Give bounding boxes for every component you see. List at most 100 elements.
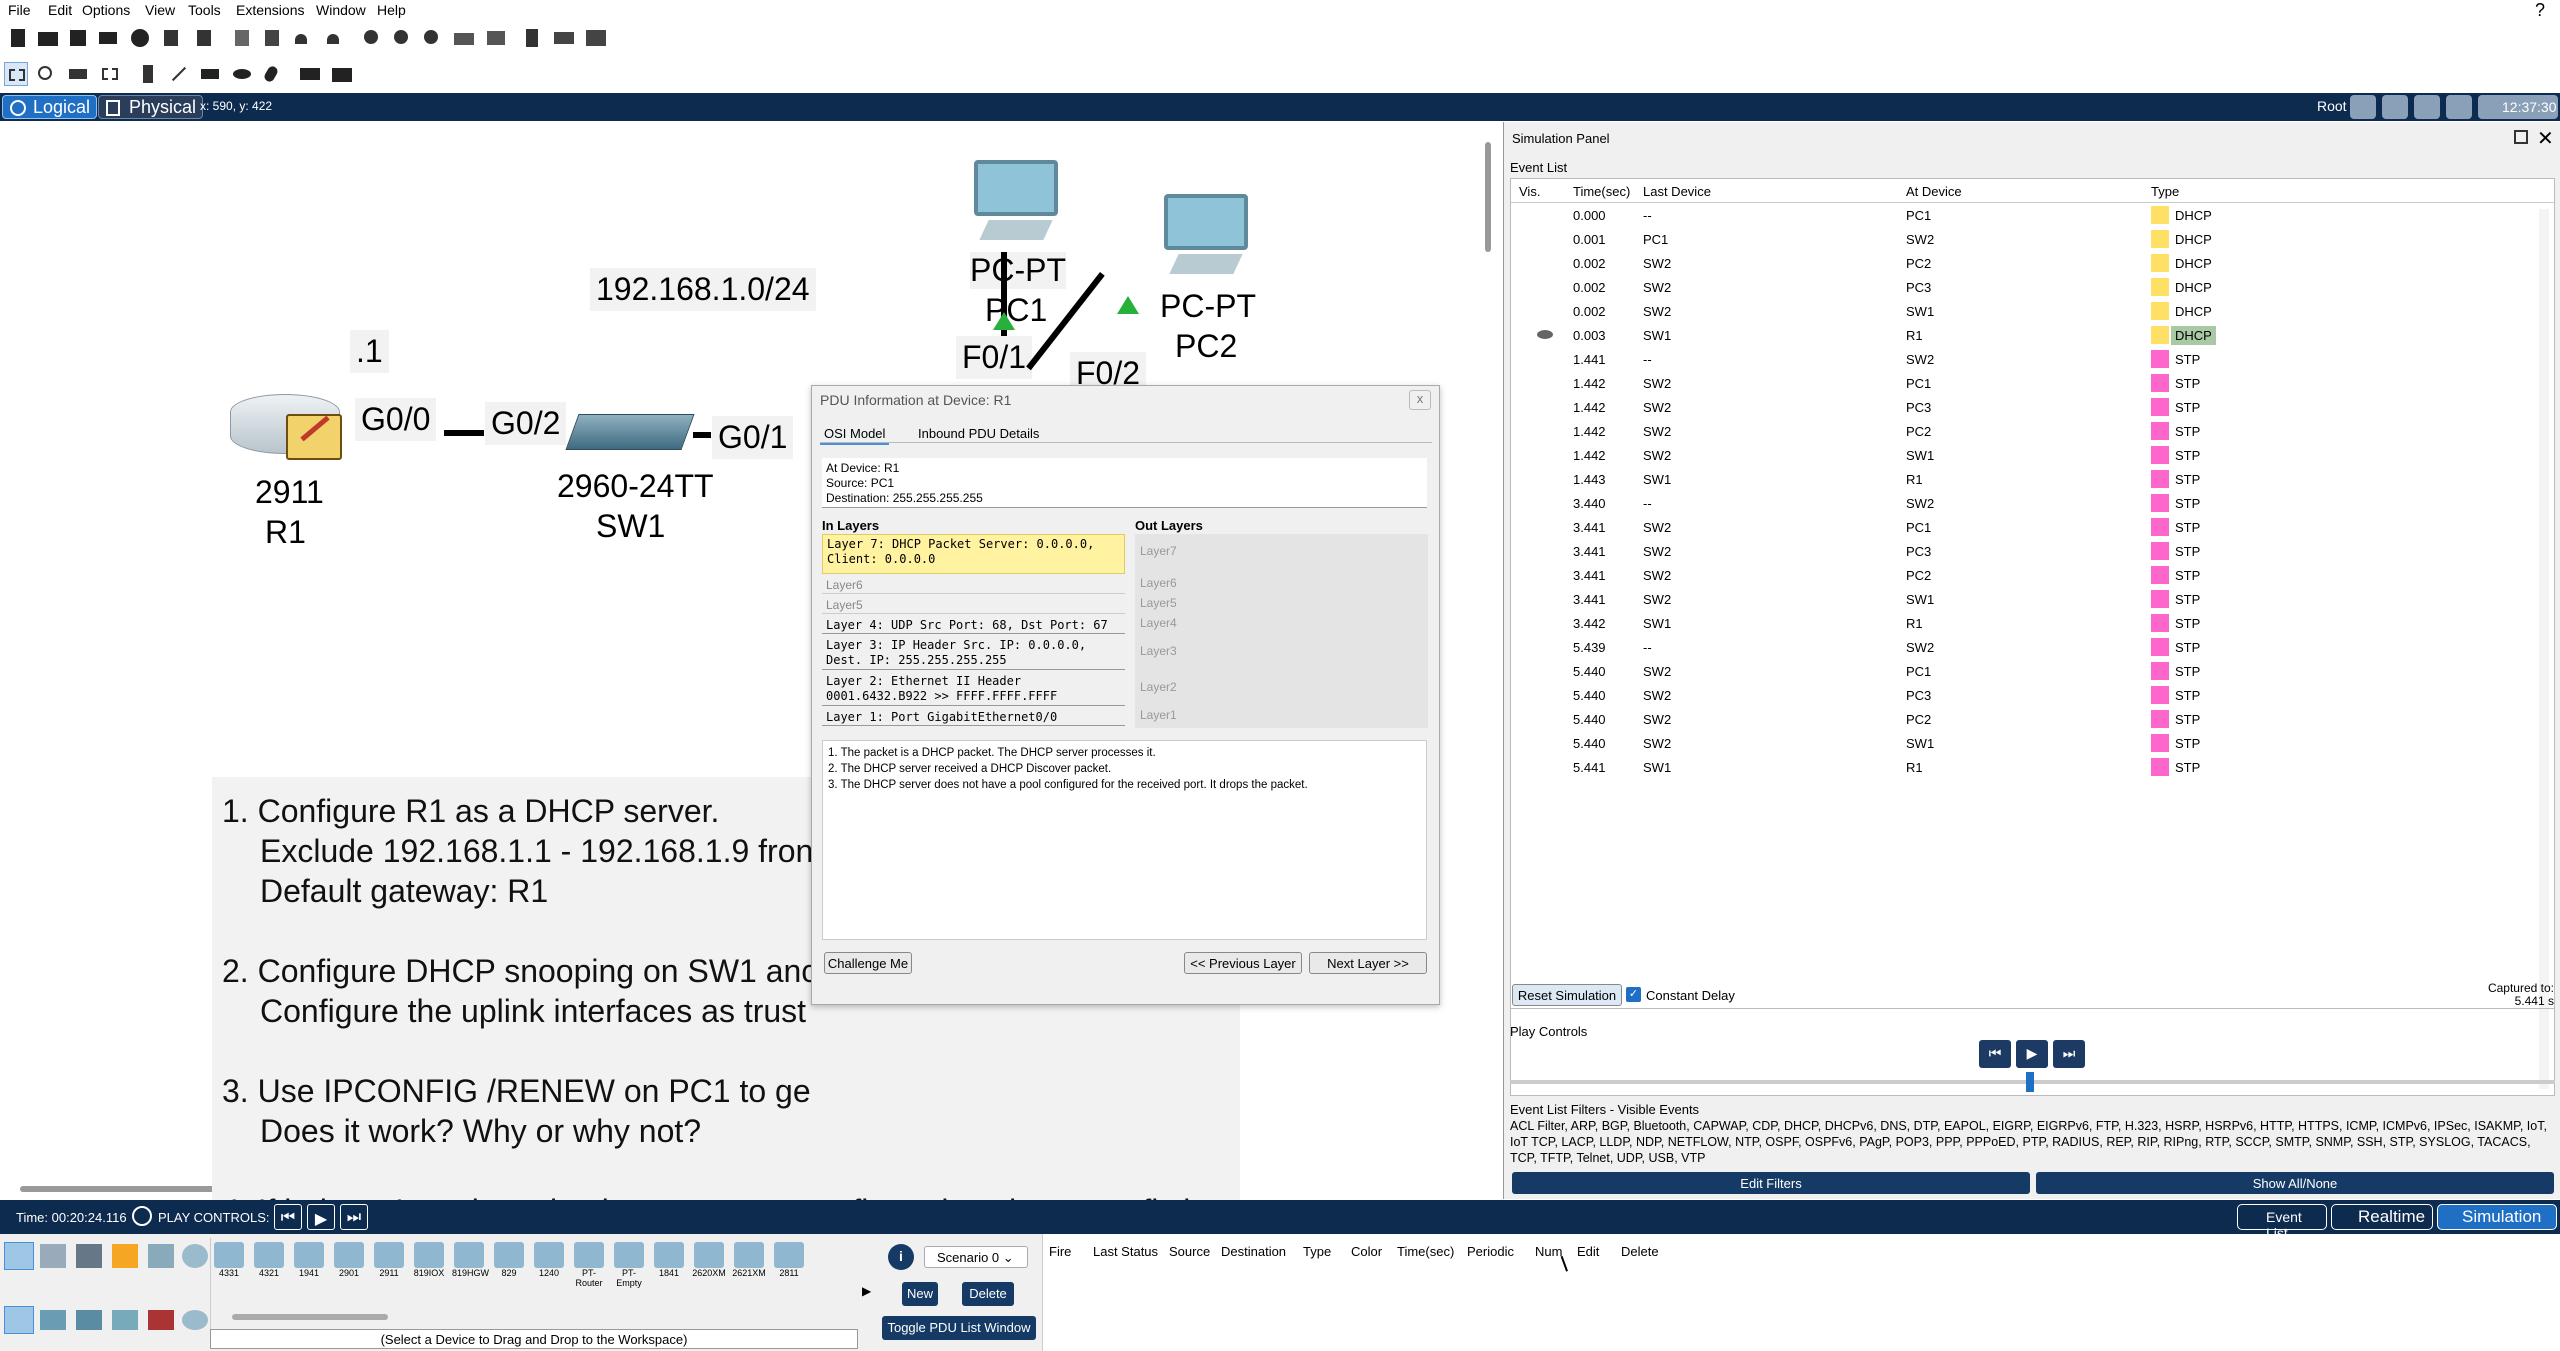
menu-options[interactable]: Options [82, 2, 130, 18]
draw-line-icon[interactable] [166, 62, 190, 86]
show-all-none-button[interactable]: Show All/None [2036, 1172, 2554, 1194]
menu-file[interactable]: File [8, 2, 31, 18]
undock-icon[interactable] [2514, 130, 2528, 144]
col-at-device[interactable]: At Device [1906, 184, 1962, 199]
out-layer-3[interactable]: Layer3 [1140, 644, 1177, 658]
screenshot-icon[interactable] [584, 26, 608, 50]
pdu-col-header[interactable]: Destination [1221, 1244, 1286, 1259]
delete-scenario-button[interactable]: Delete [962, 1282, 1014, 1306]
link-r1-sw1[interactable] [444, 430, 484, 436]
reset-simulation-button[interactable]: Reset Simulation [1512, 984, 1622, 1006]
event-row[interactable]: 3.442 SW1 R1 STP [1511, 611, 2544, 635]
device-item[interactable]: 829 [492, 1242, 526, 1284]
pdu-col-header[interactable]: Type [1303, 1244, 1331, 1259]
in-layer-4[interactable]: Layer 4: UDP Src Port: 68, Dst Port: 67 [822, 616, 1125, 634]
pc-pc1[interactable] [970, 160, 1062, 252]
resize-shape-icon[interactable] [98, 62, 122, 86]
routers-icon[interactable] [4, 1306, 34, 1334]
step-forward-button[interactable]: ⏭ [2053, 1040, 2085, 1068]
add-complex-pdu-icon[interactable] [330, 62, 354, 86]
pdu-envelope-icon[interactable] [286, 414, 342, 460]
device-item[interactable]: PT-Empty [612, 1242, 646, 1288]
event-row[interactable]: 5.440 SW2 PC3 STP [1511, 683, 2544, 707]
zoom-in-icon[interactable] [360, 26, 384, 50]
clock-reset-icon[interactable] [132, 1206, 152, 1226]
event-row[interactable]: 3.441 SW2 PC3 STP [1511, 539, 2544, 563]
custom-devices-dialog-icon[interactable] [484, 26, 508, 50]
pdu-close-button[interactable]: x [1409, 390, 1431, 410]
in-layer-3[interactable]: Layer 3: IP Header Src. IP: 0.0.0.0, Des… [822, 636, 1125, 670]
wireless-icon[interactable] [112, 1310, 138, 1330]
constant-delay-checkbox[interactable]: ✓ [1626, 987, 1641, 1002]
redo-icon[interactable] [320, 26, 344, 50]
event-row[interactable]: 1.443 SW1 R1 STP [1511, 467, 2544, 491]
device-item[interactable]: 819IOX [412, 1242, 446, 1284]
multiuser-icon[interactable] [182, 1244, 208, 1268]
event-row[interactable]: 3.441 SW2 PC1 STP [1511, 515, 2544, 539]
event-row[interactable]: 5.440 SW2 SW1 STP [1511, 731, 2544, 755]
menu-extensions[interactable]: Extensions [236, 2, 304, 18]
print-icon[interactable] [96, 26, 120, 50]
event-row[interactable]: 0.003 SW1 R1 DHCP [1511, 323, 2544, 347]
logical-mode-button[interactable]: Logical [2, 95, 98, 119]
wan-emulation-icon[interactable] [182, 1310, 208, 1330]
workspace-scrollbar-h[interactable] [20, 1186, 232, 1192]
event-row[interactable]: 0.002 SW2 PC3 DHCP [1511, 275, 2544, 299]
previous-layer-button[interactable]: << Previous Layer [1184, 952, 1302, 974]
place-note-icon[interactable] [136, 62, 160, 86]
link-sw1-uplink[interactable] [693, 432, 711, 438]
event-row[interactable]: 3.441 SW2 SW1 STP [1511, 587, 2544, 611]
out-layer-2[interactable]: Layer2 [1140, 680, 1177, 694]
save-icon[interactable] [66, 26, 90, 50]
background-image-icon[interactable] [2446, 95, 2472, 119]
cluster-icon[interactable] [552, 26, 576, 50]
menu-edit[interactable]: Edit [48, 2, 72, 18]
col-last-device[interactable]: Last Device [1643, 184, 1711, 199]
pdu-col-header[interactable]: Source [1169, 1244, 1210, 1259]
event-row[interactable]: 5.440 SW2 PC2 STP [1511, 707, 2544, 731]
device-item[interactable]: 4321 [252, 1242, 286, 1284]
new-scenario-button[interactable]: New [902, 1282, 938, 1306]
info-icon[interactable] [128, 26, 152, 50]
pdu-col-header[interactable]: Fire [1049, 1244, 1071, 1259]
device-item[interactable]: 2811 [772, 1242, 806, 1284]
device-list-scrollbar[interactable] [232, 1314, 388, 1320]
move-object-icon[interactable] [2414, 95, 2440, 119]
event-row[interactable]: 5.441 SW1 R1 STP [1511, 755, 2544, 779]
zoom-reset-icon[interactable] [390, 26, 414, 50]
event-row[interactable]: 0.002 SW2 SW1 DHCP [1511, 299, 2544, 323]
inspect-icon[interactable] [34, 62, 58, 86]
scenario-select[interactable]: Scenario 0 ⌄ [924, 1246, 1028, 1268]
event-row[interactable]: 1.442 SW2 PC2 STP [1511, 419, 2544, 443]
event-list-table[interactable]: Vis. Time(sec) Last Device At Device Typ… [1510, 178, 2555, 1096]
col-vis[interactable]: Vis. [1519, 184, 1540, 199]
pdu-col-header[interactable]: Time(sec) [1397, 1244, 1454, 1259]
out-layer-1[interactable]: Layer1 [1140, 708, 1177, 722]
freeform-icon[interactable] [260, 62, 284, 86]
out-layer-5[interactable]: Layer5 [1140, 596, 1177, 610]
pdu-col-header[interactable]: Edit [1577, 1244, 1599, 1259]
event-row[interactable]: 3.440 -- SW2 STP [1511, 491, 2544, 515]
draw-rectangle-icon[interactable] [198, 62, 222, 86]
tab-inbound-pdu-details[interactable]: Inbound PDU Details [914, 424, 1043, 443]
pdu-col-header[interactable]: Color [1351, 1244, 1382, 1259]
clock-button[interactable]: 12:37:30 [2478, 95, 2558, 119]
menu-help[interactable]: Help [377, 2, 406, 18]
switches-icon[interactable] [40, 1310, 66, 1330]
bottom-play-button[interactable]: ▶ [307, 1204, 335, 1230]
copy-icon[interactable] [230, 26, 254, 50]
device-item[interactable]: 2911 [372, 1242, 406, 1284]
menu-window[interactable]: Window [316, 2, 366, 18]
toggle-pdu-list-button[interactable]: Toggle PDU List Window [882, 1316, 1036, 1340]
event-list-scrollbar[interactable] [2539, 209, 2549, 1089]
viewport-icon[interactable] [520, 26, 544, 50]
physical-mode-button[interactable]: Physical [98, 95, 204, 119]
col-type[interactable]: Type [2151, 184, 2179, 199]
cluster-view-icon[interactable] [2382, 95, 2408, 119]
drawing-palette-icon[interactable] [452, 26, 476, 50]
components-icon[interactable] [76, 1244, 102, 1268]
device-item[interactable]: 4331 [212, 1242, 246, 1284]
add-simple-pdu-icon[interactable] [298, 62, 322, 86]
close-panel-icon[interactable]: ✕ [2537, 126, 2554, 151]
event-row[interactable]: 1.442 SW2 SW1 STP [1511, 443, 2544, 467]
